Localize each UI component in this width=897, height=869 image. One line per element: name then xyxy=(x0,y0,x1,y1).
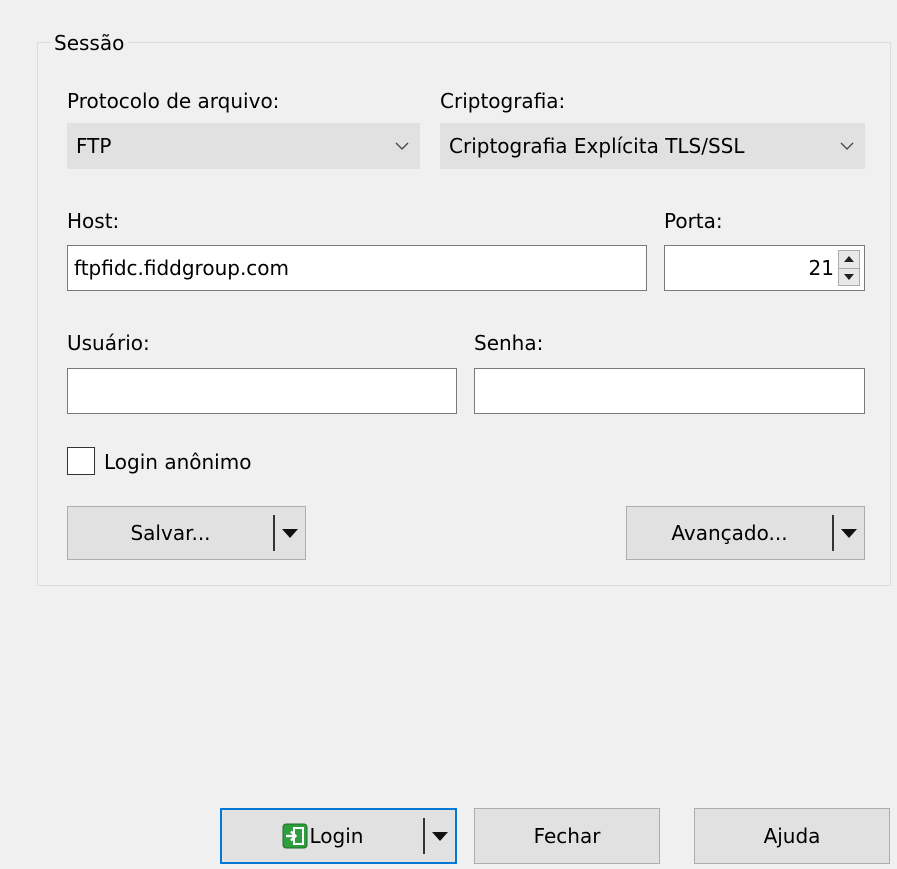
login-icon xyxy=(282,823,308,849)
advanced-split-button[interactable]: Avançado... xyxy=(626,506,865,560)
protocol-value: FTP xyxy=(76,134,112,158)
encryption-label: Criptografia: xyxy=(440,89,566,113)
port-value: 21 xyxy=(808,256,834,280)
chevron-down-icon xyxy=(385,124,419,168)
chevron-down-icon xyxy=(830,124,864,168)
save-split-button[interactable]: Salvar... xyxy=(67,506,306,560)
triangle-down-icon xyxy=(841,528,857,538)
triangle-down-icon xyxy=(282,528,298,538)
port-label: Porta: xyxy=(664,209,723,233)
host-input[interactable]: ftpfidc.fiddgroup.com xyxy=(67,245,647,291)
protocol-select[interactable]: FTP xyxy=(67,123,420,169)
host-value: ftpfidc.fiddgroup.com xyxy=(74,256,290,280)
host-label: Host: xyxy=(67,209,120,233)
save-button[interactable]: Salvar... xyxy=(68,507,273,559)
help-button[interactable]: Ajuda xyxy=(694,808,890,864)
anonymous-login-label[interactable]: Login anônimo xyxy=(104,449,251,475)
encryption-value: Criptografia Explícita TLS/SSL xyxy=(449,134,745,158)
save-dropdown-button[interactable] xyxy=(275,507,305,559)
port-stepper[interactable]: 21 xyxy=(664,245,865,291)
login-button[interactable]: Login xyxy=(222,810,423,862)
login-label: Login xyxy=(309,824,364,848)
protocol-label: Protocolo de arquivo: xyxy=(67,89,280,113)
user-label: Usuário: xyxy=(67,331,150,355)
close-button[interactable]: Fechar xyxy=(474,808,660,864)
session-group-title: Sessão xyxy=(50,30,129,56)
port-spin-buttons xyxy=(838,250,860,286)
advanced-dropdown-button[interactable] xyxy=(834,507,864,559)
user-input[interactable] xyxy=(67,368,457,414)
triangle-up-icon[interactable] xyxy=(839,251,859,268)
advanced-button[interactable]: Avançado... xyxy=(627,507,832,559)
triangle-down-icon[interactable] xyxy=(839,267,859,286)
login-split-button[interactable]: Login xyxy=(220,808,457,864)
triangle-down-icon xyxy=(432,831,448,841)
login-dialog: Sessão Protocolo de arquivo: FTP Criptog… xyxy=(0,0,897,869)
anonymous-login-checkbox[interactable] xyxy=(67,447,95,475)
password-input[interactable] xyxy=(474,368,865,414)
password-label: Senha: xyxy=(474,331,544,355)
encryption-select[interactable]: Criptografia Explícita TLS/SSL xyxy=(440,123,865,169)
login-dropdown-button[interactable] xyxy=(425,810,455,862)
